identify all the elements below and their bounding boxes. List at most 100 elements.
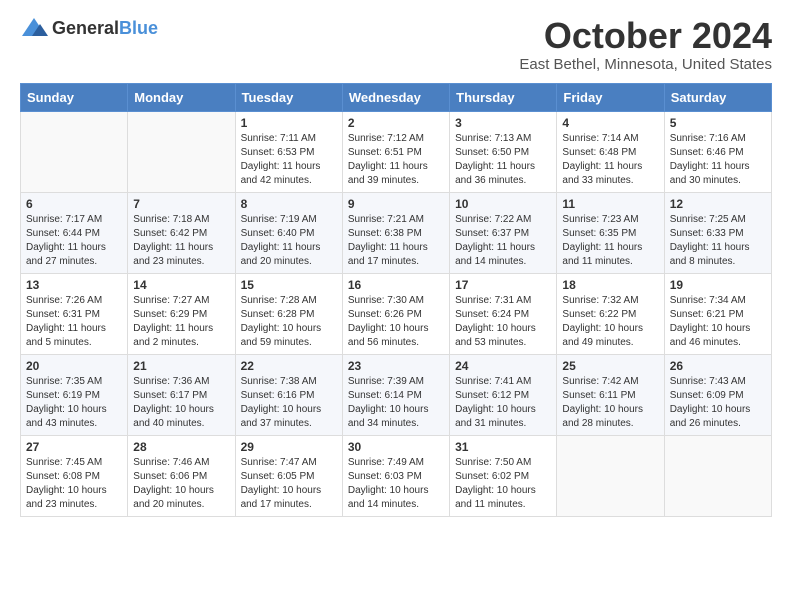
calendar-cell: 31Sunrise: 7:50 AM Sunset: 6:02 PM Dayli… (450, 435, 557, 516)
calendar-cell (21, 111, 128, 192)
calendar-cell: 2 Sunrise: 7:12 AM Sunset: 6:51 PM Daylig… (342, 111, 449, 192)
day-number: 25 (562, 359, 658, 373)
day-number: 21 (133, 359, 229, 373)
header-cell-wednesday: Wednesday (342, 83, 449, 111)
day-info: Sunrise: 7:38 AM Sunset: 6:16 PM Dayligh… (241, 375, 337, 431)
day-info: Sunrise: 7:12 AM Sunset: 6:51 PM Dayligh… (348, 132, 444, 188)
day-number: 11 (562, 197, 658, 211)
day-info: Sunrise: 7:22 AM Sunset: 6:37 PM Dayligh… (455, 213, 551, 269)
day-number: 10 (455, 197, 551, 211)
calendar-header: SundayMondayTuesdayWednesdayThursdayFrid… (21, 83, 772, 111)
calendar-week-1: 1Sunrise: 7:11 AM Sunset: 6:53 PM Daylig… (21, 111, 772, 192)
day-info: Sunrise: 7:19 AM Sunset: 6:40 PM Dayligh… (241, 213, 337, 269)
page-header: GeneralBlue October 2024 East Bethel, Mi… (20, 16, 772, 73)
calendar-week-2: 6Sunrise: 7:17 AM Sunset: 6:44 PM Daylig… (21, 192, 772, 273)
day-info: Sunrise: 7:35 AM Sunset: 6:19 PM Dayligh… (26, 375, 122, 431)
calendar-cell: 24Sunrise: 7:41 AM Sunset: 6:12 PM Dayli… (450, 354, 557, 435)
day-number: 18 (562, 278, 658, 292)
day-number: 16 (348, 278, 444, 292)
day-info: Sunrise: 7:50 AM Sunset: 6:02 PM Dayligh… (455, 456, 551, 512)
logo-text-blue: Blue (119, 18, 158, 38)
day-info: Sunrise: 7:31 AM Sunset: 6:24 PM Dayligh… (455, 294, 551, 350)
day-number: 13 (26, 278, 122, 292)
day-info: Sunrise: 7:34 AM Sunset: 6:21 PM Dayligh… (670, 294, 766, 350)
day-number: 30 (348, 440, 444, 454)
calendar-cell: 17 Sunrise: 7:31 AM Sunset: 6:24 PM Dayli… (450, 273, 557, 354)
day-number: 29 (241, 440, 337, 454)
calendar-cell: 28 Sunrise: 7:46 AM Sunset: 6:06 PM Dayli… (128, 435, 235, 516)
day-info: Sunrise: 7:23 AM Sunset: 6:35 PM Dayligh… (562, 213, 658, 269)
day-number: 4 (562, 116, 658, 130)
calendar-cell: 6Sunrise: 7:17 AM Sunset: 6:44 PM Daylig… (21, 192, 128, 273)
day-info: Sunrise: 7:21 AM Sunset: 6:38 PM Dayligh… (348, 213, 444, 269)
day-info: Sunrise: 7:46 AM Sunset: 6:06 PM Dayligh… (133, 456, 229, 512)
calendar-week-4: 20Sunrise: 7:35 AM Sunset: 6:19 PM Dayli… (21, 354, 772, 435)
calendar-cell (128, 111, 235, 192)
calendar-table: SundayMondayTuesdayWednesdayThursdayFrid… (20, 83, 772, 517)
day-number: 8 (241, 197, 337, 211)
day-number: 1 (241, 116, 337, 130)
day-number: 14 (133, 278, 229, 292)
logo-icon (20, 16, 48, 40)
day-number: 17 (455, 278, 551, 292)
calendar-cell: 4Sunrise: 7:14 AM Sunset: 6:48 PM Daylig… (557, 111, 664, 192)
day-number: 12 (670, 197, 766, 211)
header-cell-sunday: Sunday (21, 83, 128, 111)
calendar-cell: 27 Sunrise: 7:45 AM Sunset: 6:08 PM Dayli… (21, 435, 128, 516)
calendar-cell: 20Sunrise: 7:35 AM Sunset: 6:19 PM Dayli… (21, 354, 128, 435)
day-info: Sunrise: 7:47 AM Sunset: 6:05 PM Dayligh… (241, 456, 337, 512)
subtitle: East Bethel, Minnesota, United States (519, 56, 772, 73)
day-number: 7 (133, 197, 229, 211)
day-number: 28 (133, 440, 229, 454)
calendar-week-5: 27 Sunrise: 7:45 AM Sunset: 6:08 PM Dayli… (21, 435, 772, 516)
day-info: Sunrise: 7:42 AM Sunset: 6:11 PM Dayligh… (562, 375, 658, 431)
day-info: Sunrise: 7:36 AM Sunset: 6:17 PM Dayligh… (133, 375, 229, 431)
day-number: 24 (455, 359, 551, 373)
header-cell-thursday: Thursday (450, 83, 557, 111)
day-info: Sunrise: 7:39 AM Sunset: 6:14 PM Dayligh… (348, 375, 444, 431)
day-info: Sunrise: 7:27 AM Sunset: 6:29 PM Dayligh… (133, 294, 229, 350)
day-number: 26 (670, 359, 766, 373)
day-info: Sunrise: 7:18 AM Sunset: 6:42 PM Dayligh… (133, 213, 229, 269)
calendar-cell: 11 Sunrise: 7:23 AM Sunset: 6:35 PM Dayli… (557, 192, 664, 273)
calendar-cell: 30Sunrise: 7:49 AM Sunset: 6:03 PM Dayli… (342, 435, 449, 516)
day-info: Sunrise: 7:16 AM Sunset: 6:46 PM Dayligh… (670, 132, 766, 188)
header-cell-saturday: Saturday (664, 83, 771, 111)
calendar-cell: 10 Sunrise: 7:22 AM Sunset: 6:37 PM Dayli… (450, 192, 557, 273)
calendar-cell: 8 Sunrise: 7:19 AM Sunset: 6:40 PM Daylig… (235, 192, 342, 273)
calendar-cell: 7 Sunrise: 7:18 AM Sunset: 6:42 PM Daylig… (128, 192, 235, 273)
day-info: Sunrise: 7:32 AM Sunset: 6:22 PM Dayligh… (562, 294, 658, 350)
day-info: Sunrise: 7:13 AM Sunset: 6:50 PM Dayligh… (455, 132, 551, 188)
header-cell-friday: Friday (557, 83, 664, 111)
header-cell-monday: Monday (128, 83, 235, 111)
day-number: 27 (26, 440, 122, 454)
day-number: 2 (348, 116, 444, 130)
day-info: Sunrise: 7:25 AM Sunset: 6:33 PM Dayligh… (670, 213, 766, 269)
day-number: 5 (670, 116, 766, 130)
day-number: 22 (241, 359, 337, 373)
calendar-body: 1Sunrise: 7:11 AM Sunset: 6:53 PM Daylig… (21, 111, 772, 516)
day-info: Sunrise: 7:26 AM Sunset: 6:31 PM Dayligh… (26, 294, 122, 350)
title-block: October 2024 East Bethel, Minnesota, Uni… (519, 16, 772, 73)
day-info: Sunrise: 7:28 AM Sunset: 6:28 PM Dayligh… (241, 294, 337, 350)
day-info: Sunrise: 7:45 AM Sunset: 6:08 PM Dayligh… (26, 456, 122, 512)
day-number: 19 (670, 278, 766, 292)
calendar-cell: 13 Sunrise: 7:26 AM Sunset: 6:31 PM Dayli… (21, 273, 128, 354)
calendar-cell: 5 Sunrise: 7:16 AM Sunset: 6:46 PM Daylig… (664, 111, 771, 192)
calendar-week-3: 13 Sunrise: 7:26 AM Sunset: 6:31 PM Dayli… (21, 273, 772, 354)
logo: GeneralBlue (20, 16, 158, 40)
calendar-cell: 12 Sunrise: 7:25 AM Sunset: 6:33 PM Dayli… (664, 192, 771, 273)
header-row: SundayMondayTuesdayWednesdayThursdayFrid… (21, 83, 772, 111)
calendar-cell: 18 Sunrise: 7:32 AM Sunset: 6:22 PM Dayli… (557, 273, 664, 354)
day-number: 6 (26, 197, 122, 211)
day-number: 9 (348, 197, 444, 211)
day-info: Sunrise: 7:43 AM Sunset: 6:09 PM Dayligh… (670, 375, 766, 431)
calendar-cell: 22 Sunrise: 7:38 AM Sunset: 6:16 PM Dayli… (235, 354, 342, 435)
main-title: October 2024 (519, 16, 772, 56)
calendar-cell: 1Sunrise: 7:11 AM Sunset: 6:53 PM Daylig… (235, 111, 342, 192)
calendar-cell (557, 435, 664, 516)
calendar-cell: 23Sunrise: 7:39 AM Sunset: 6:14 PM Dayli… (342, 354, 449, 435)
day-number: 15 (241, 278, 337, 292)
calendar-cell: 19 Sunrise: 7:34 AM Sunset: 6:21 PM Dayli… (664, 273, 771, 354)
calendar-cell: 16Sunrise: 7:30 AM Sunset: 6:26 PM Dayli… (342, 273, 449, 354)
